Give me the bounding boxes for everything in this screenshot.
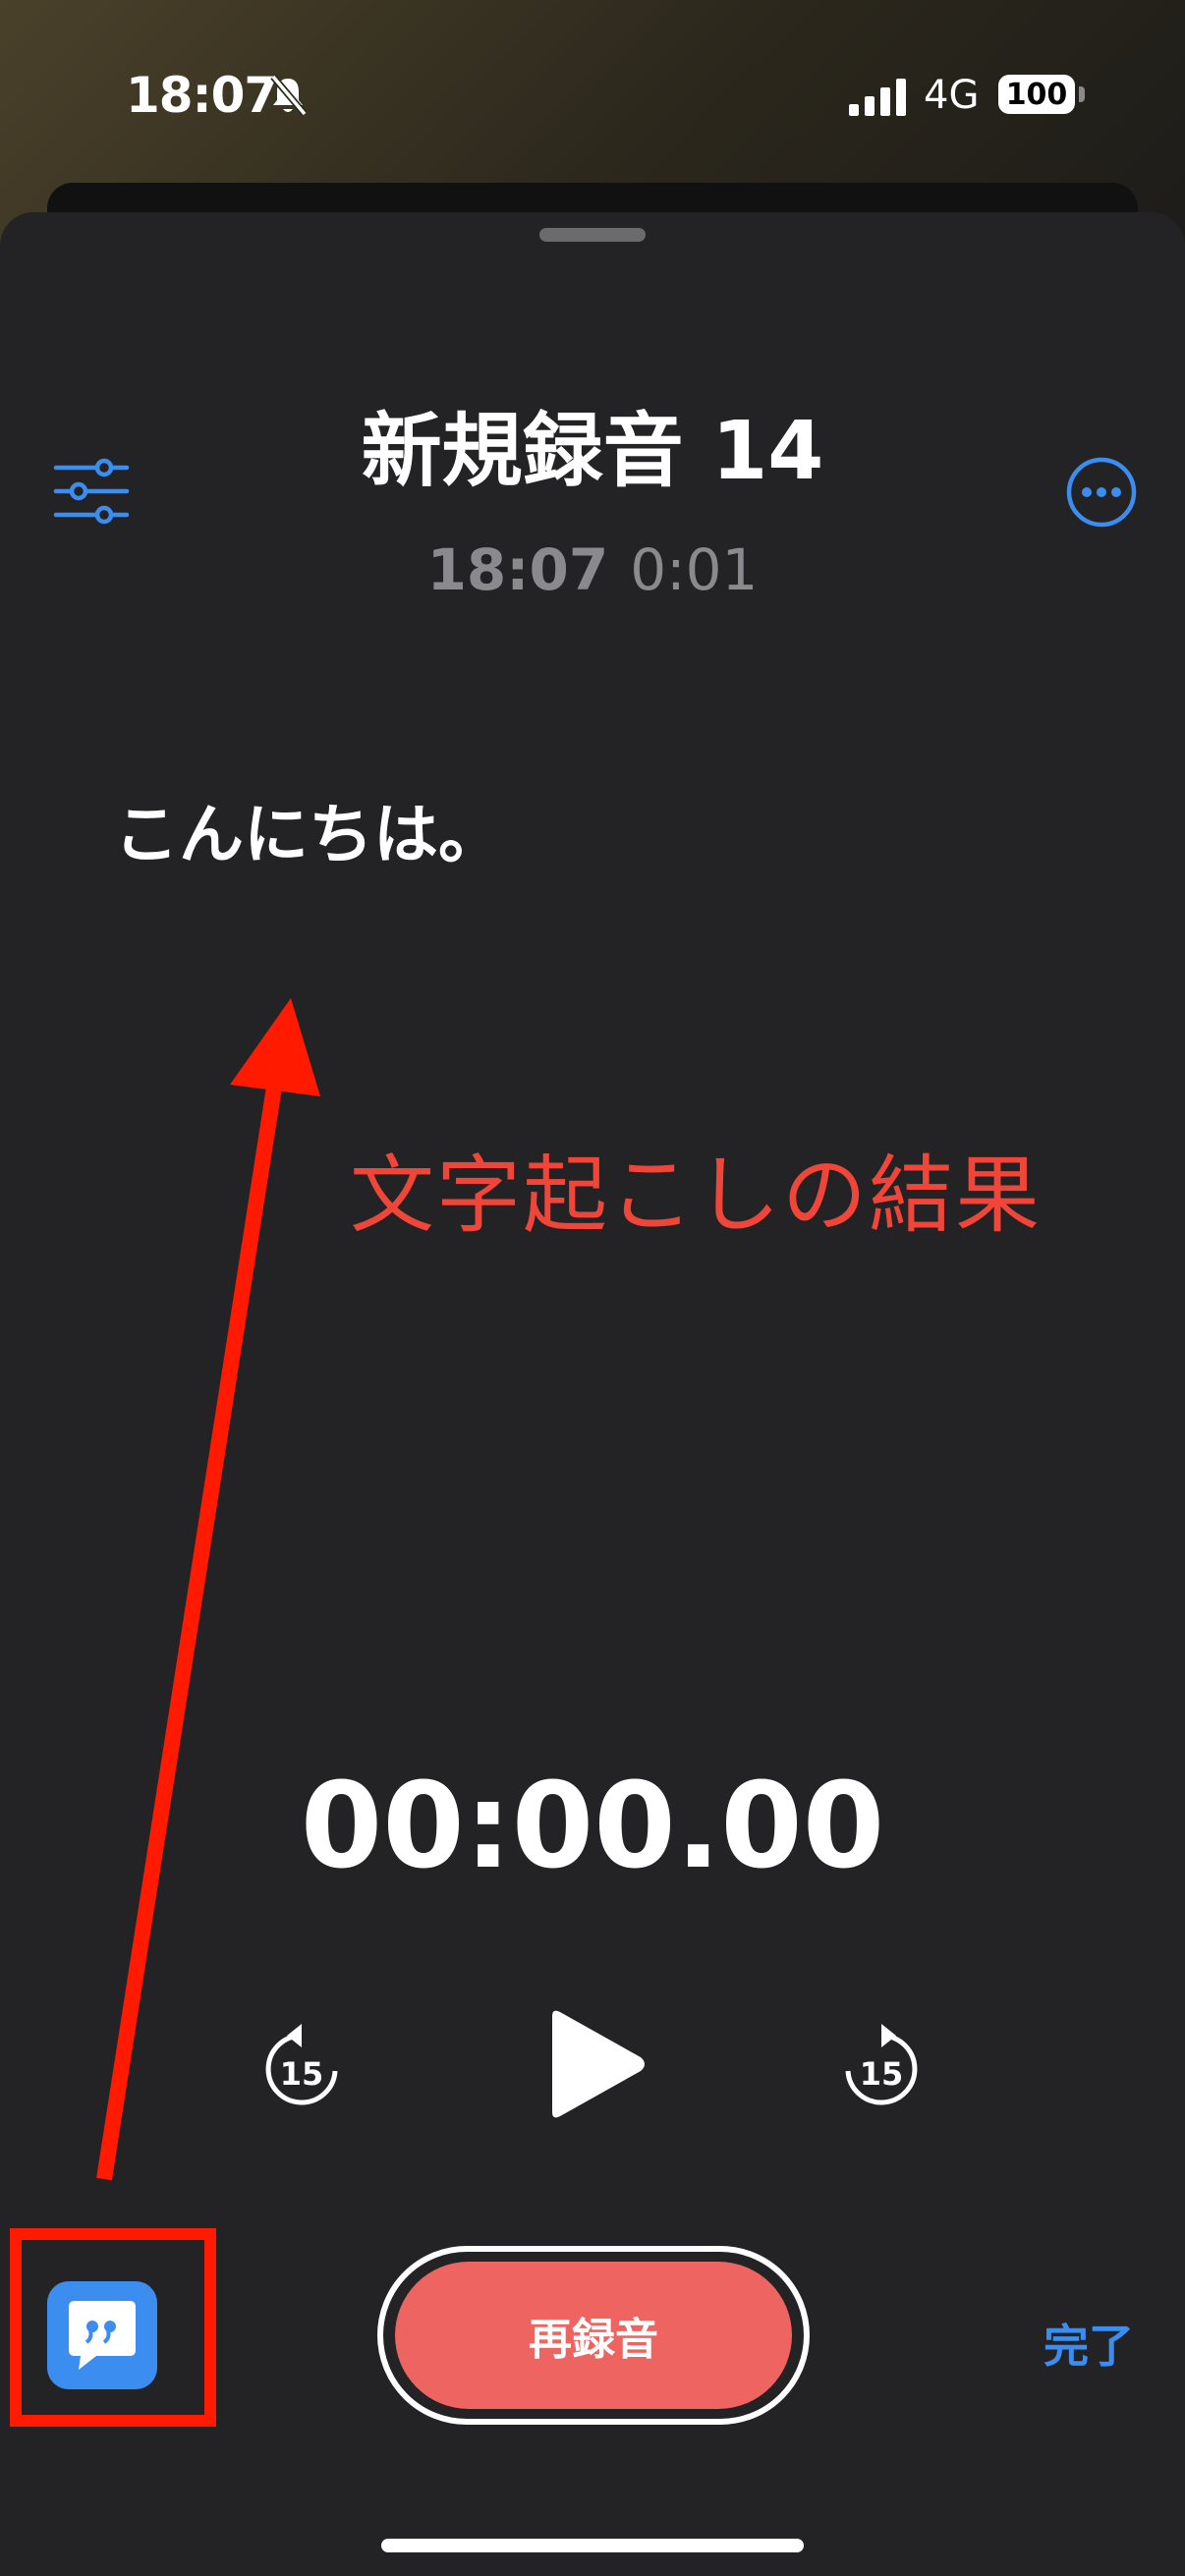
skip-back-icon[interactable]: 15 — [257, 2020, 346, 2110]
recording-title[interactable]: 新規録音 14 — [0, 385, 1185, 502]
recording-time: 18:07 — [426, 536, 609, 603]
status-time: 18:07 — [126, 67, 278, 124]
annotation-label: 文字起こしの結果 — [350, 1147, 1042, 1245]
battery-cap — [1079, 86, 1085, 102]
silent-bell-icon — [270, 74, 308, 117]
home-indicator — [381, 2539, 804, 2552]
recording-meta: 18:07 0:01 — [0, 536, 1185, 603]
recording-duration: 0:01 — [630, 536, 759, 603]
skip-back-seconds: 15 — [280, 2055, 324, 2093]
sheet-grabber[interactable] — [539, 228, 646, 242]
skip-forward-icon[interactable]: 15 — [837, 2020, 926, 2110]
battery-icon: 100 — [998, 75, 1075, 114]
transcript-text: こんにちは。 — [114, 797, 503, 872]
network-type: 4G — [924, 73, 980, 118]
done-button[interactable]: 完了 — [1044, 2311, 1134, 2376]
playback-timer: 00:00.00 — [300, 1759, 885, 1895]
signal-icon — [849, 79, 906, 116]
play-icon[interactable] — [542, 2006, 650, 2122]
annotation-highlight-box — [10, 2228, 216, 2427]
status-bar: 18:07 4G 100 — [0, 0, 1185, 187]
skip-forward-seconds: 15 — [860, 2055, 904, 2093]
rerecord-button[interactable]: 再録音 — [395, 2262, 792, 2409]
